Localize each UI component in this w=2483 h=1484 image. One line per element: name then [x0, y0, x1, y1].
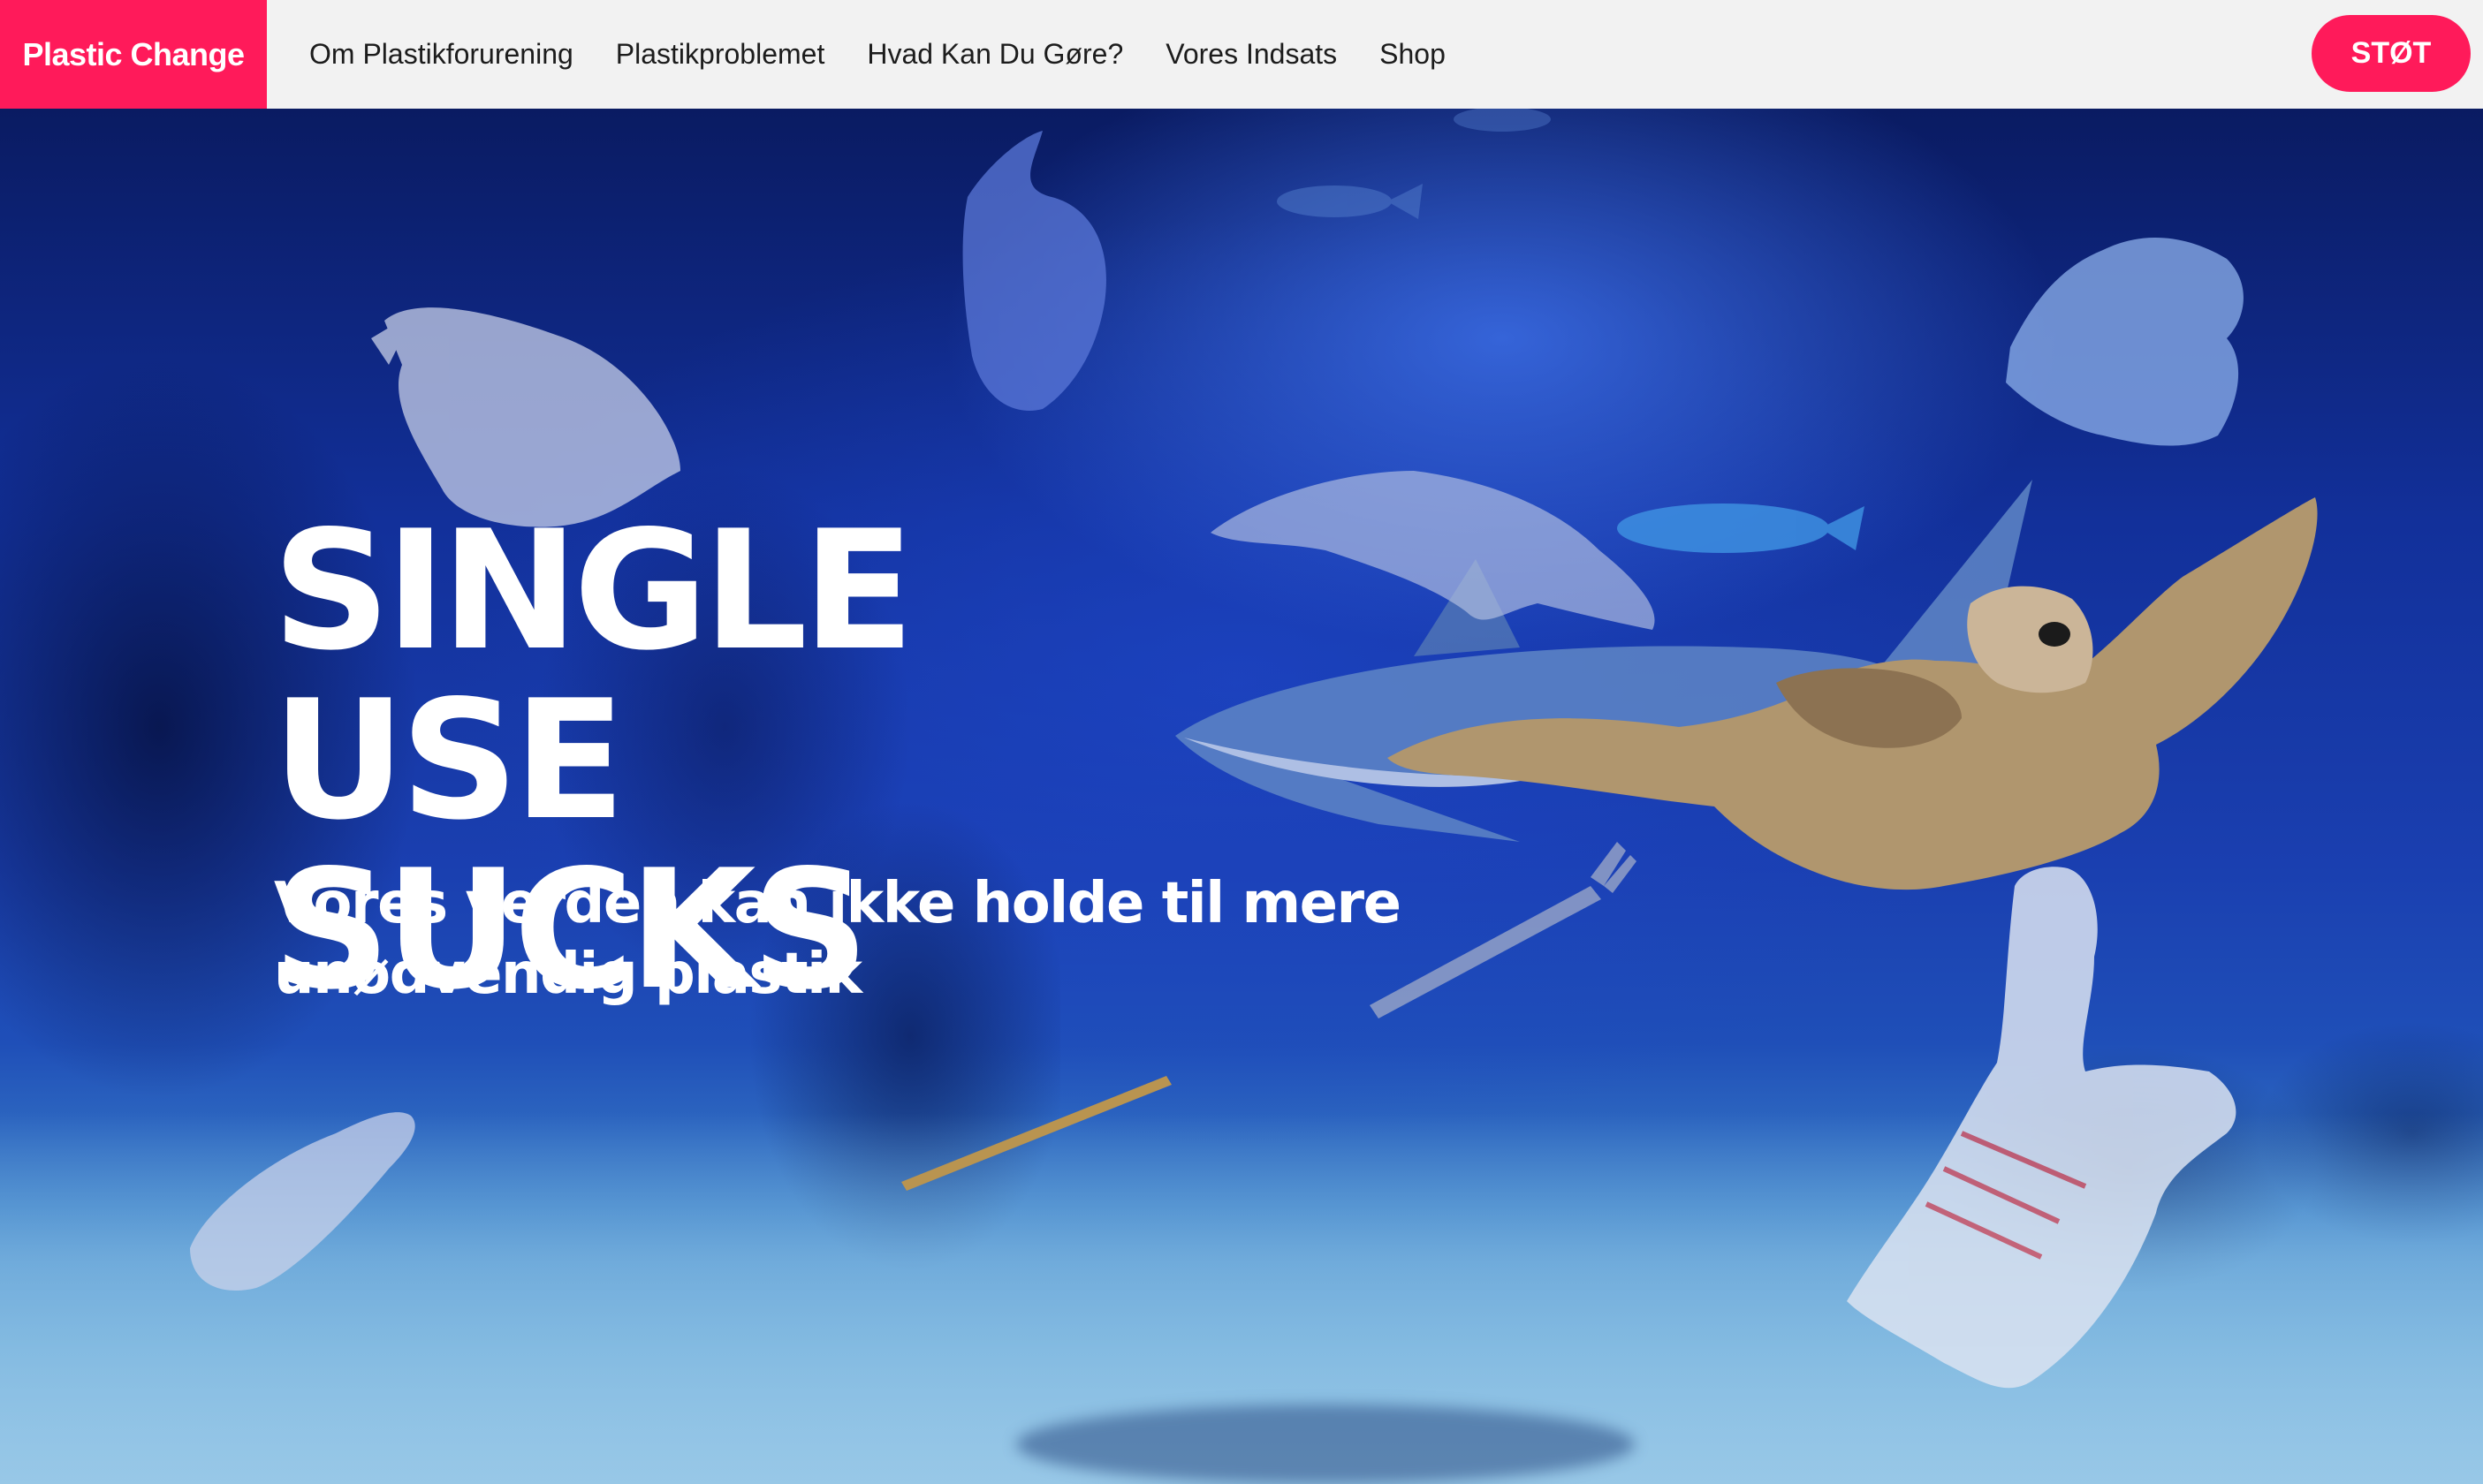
hero-subtitle: Vores verden kan ikke holde til mere unø…: [274, 868, 1423, 1010]
site-header: Plastic Change Om Plastikforurening Plas…: [0, 0, 2483, 109]
page: Plastic Change Om Plastikforurening Plas…: [0, 0, 2483, 1484]
nav-item-hvad-kan-du-goere[interactable]: Hvad Kan Du Gøre?: [867, 38, 1123, 71]
nav-item-shop[interactable]: Shop: [1379, 38, 1446, 71]
hero-subtitle-line-1: Vores verden kan ikke holde til mere: [274, 871, 1401, 936]
nav-item-vores-indsats[interactable]: Vores Indsats: [1166, 38, 1337, 71]
plastic-straw: [901, 1076, 1172, 1191]
main-nav: Om Plastikforurening Plastikproblemet Hv…: [309, 38, 1488, 71]
plastic-bottle: [190, 1112, 415, 1291]
hero-section: SINGLE USE SUCKS Vores verden kan ikke h…: [0, 109, 2483, 1484]
donate-button[interactable]: STØT: [2312, 15, 2471, 92]
plastic-wrap-middle: [1211, 471, 1655, 630]
plastic-glove: [962, 131, 1106, 411]
hero-subtitle-line-2: unødvendig plastik: [274, 942, 862, 1007]
nav-item-om-plastikforurening[interactable]: Om Plastikforurening: [309, 38, 573, 71]
fish-top: [1277, 184, 1423, 219]
shopping-bag: [1847, 867, 2236, 1389]
plastic-bag-top-right: [2006, 238, 2244, 446]
logo-link[interactable]: Plastic Change: [0, 0, 267, 109]
hero-title-line-1: SINGLE USE: [272, 495, 915, 856]
nav-item-plastikproblemet[interactable]: Plastikproblemet: [616, 38, 825, 71]
fish-right: [1617, 504, 1864, 553]
fish-top-left: [1454, 109, 1551, 132]
